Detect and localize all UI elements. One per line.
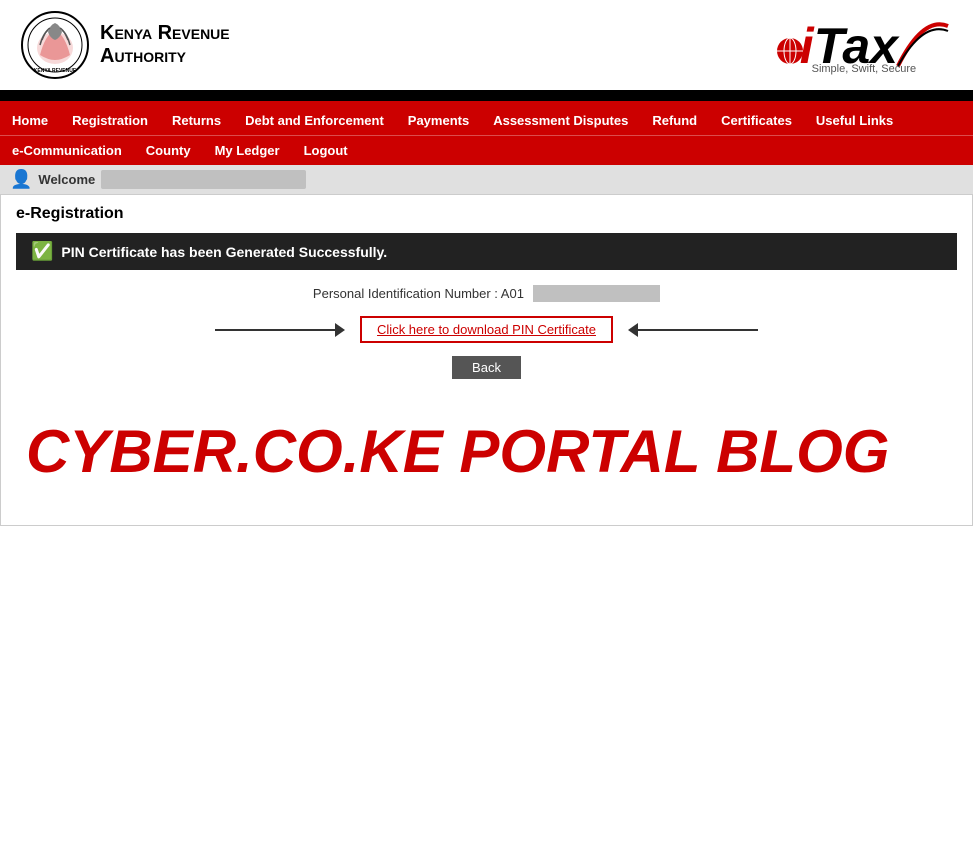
nav-registration[interactable]: Registration [60, 106, 160, 135]
arrow-head-left-icon [628, 323, 638, 337]
nav-row-1: Home Registration Returns Debt and Enfor… [0, 106, 973, 135]
kra-name: Kenya Revenue Authority [100, 22, 230, 68]
right-arrow-indicator [628, 323, 758, 337]
pin-value [533, 285, 660, 302]
nav-debt[interactable]: Debt and Enforcement [233, 106, 396, 135]
arrow-line-left [215, 329, 335, 331]
kra-logo-icon: KENYA REVENUE [20, 10, 90, 80]
welcome-label: Welcome [38, 172, 95, 187]
itax-globe-icon [775, 36, 805, 66]
success-checkmark-icon: ✅ [31, 241, 53, 262]
left-arrow-indicator [215, 323, 345, 337]
nav-assessment[interactable]: Assessment Disputes [481, 106, 640, 135]
itax-logo-area: iTax Simple, Swift, Secure [775, 16, 953, 75]
itax-tax-text: Tax [814, 18, 898, 74]
nav-ecommunication[interactable]: e-Communication [0, 136, 134, 165]
main-content: e-Registration ✅ PIN Certificate has bee… [0, 194, 973, 526]
nav-certificates[interactable]: Certificates [709, 106, 804, 135]
header-divider-black [0, 93, 973, 101]
nav-logout[interactable]: Logout [292, 136, 360, 165]
kra-logo-area: KENYA REVENUE Kenya Revenue Authority [20, 10, 230, 80]
pin-label: Personal Identification Number : A01 [313, 286, 524, 301]
nav-payments[interactable]: Payments [396, 106, 481, 135]
nav-my-ledger[interactable]: My Ledger [203, 136, 292, 165]
download-section: Click here to download PIN Certificate [16, 308, 957, 351]
nav-county[interactable]: County [134, 136, 203, 165]
arrow-head-right-icon [335, 323, 345, 337]
welcome-bar: 👤 Welcome [0, 165, 973, 194]
user-avatar-icon: 👤 [10, 169, 32, 190]
nav-home[interactable]: Home [0, 106, 60, 135]
nav-returns[interactable]: Returns [160, 106, 233, 135]
page-title: e-Registration [16, 205, 957, 223]
nav-refund[interactable]: Refund [640, 106, 709, 135]
success-message-bar: ✅ PIN Certificate has been Generated Suc… [16, 233, 957, 270]
arrow-line-right [638, 329, 758, 331]
svg-text:KENYA REVENUE: KENYA REVENUE [34, 68, 77, 74]
pin-section: Personal Identification Number : A01 [16, 270, 957, 308]
back-button[interactable]: Back [452, 356, 521, 379]
success-message-text: PIN Certificate has been Generated Succe… [61, 244, 387, 260]
back-section: Back [16, 351, 957, 389]
nav-row-2: e-Communication County My Ledger Logout [0, 135, 973, 165]
nav-useful-links[interactable]: Useful Links [804, 106, 905, 135]
header: KENYA REVENUE Kenya Revenue Authority iT… [0, 0, 973, 93]
watermark-text: CYBER.CO.KE PORTAL BLOG [16, 389, 957, 515]
itax-swoosh-icon [893, 16, 953, 71]
welcome-username [101, 170, 305, 189]
download-pin-certificate-button[interactable]: Click here to download PIN Certificate [360, 316, 613, 343]
